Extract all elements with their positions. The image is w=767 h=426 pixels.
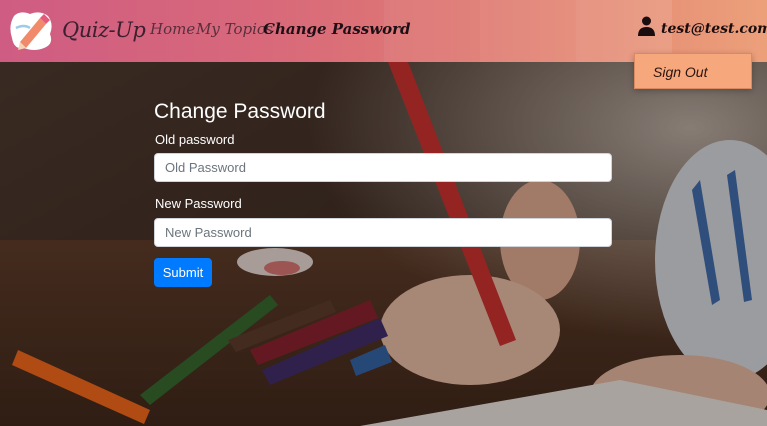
brand-link[interactable]: Quiz-Up [10,8,146,52]
sign-out-link[interactable]: Sign Out [653,64,707,80]
old-password-input[interactable] [154,153,612,182]
old-password-label: Old password [155,132,235,147]
navbar-band [480,0,576,62]
user-icon [638,16,655,41]
user-menu-toggle[interactable]: test@test.com [638,16,767,41]
nav-link-home[interactable]: Home [150,20,195,38]
submit-button[interactable]: Submit [154,258,212,287]
nav-link-my-topics[interactable]: My Topics [196,20,273,38]
page-title: Change Password [154,100,326,123]
new-password-input[interactable] [154,218,612,247]
user-email: test@test.com [661,20,767,37]
new-password-label: New Password [155,196,242,211]
brand-name: Quiz-Up [62,18,146,42]
user-dropdown-menu: Sign Out [634,53,752,89]
nav-link-change-password[interactable]: Change Password [263,20,411,38]
pencil-logo-icon [10,8,56,52]
